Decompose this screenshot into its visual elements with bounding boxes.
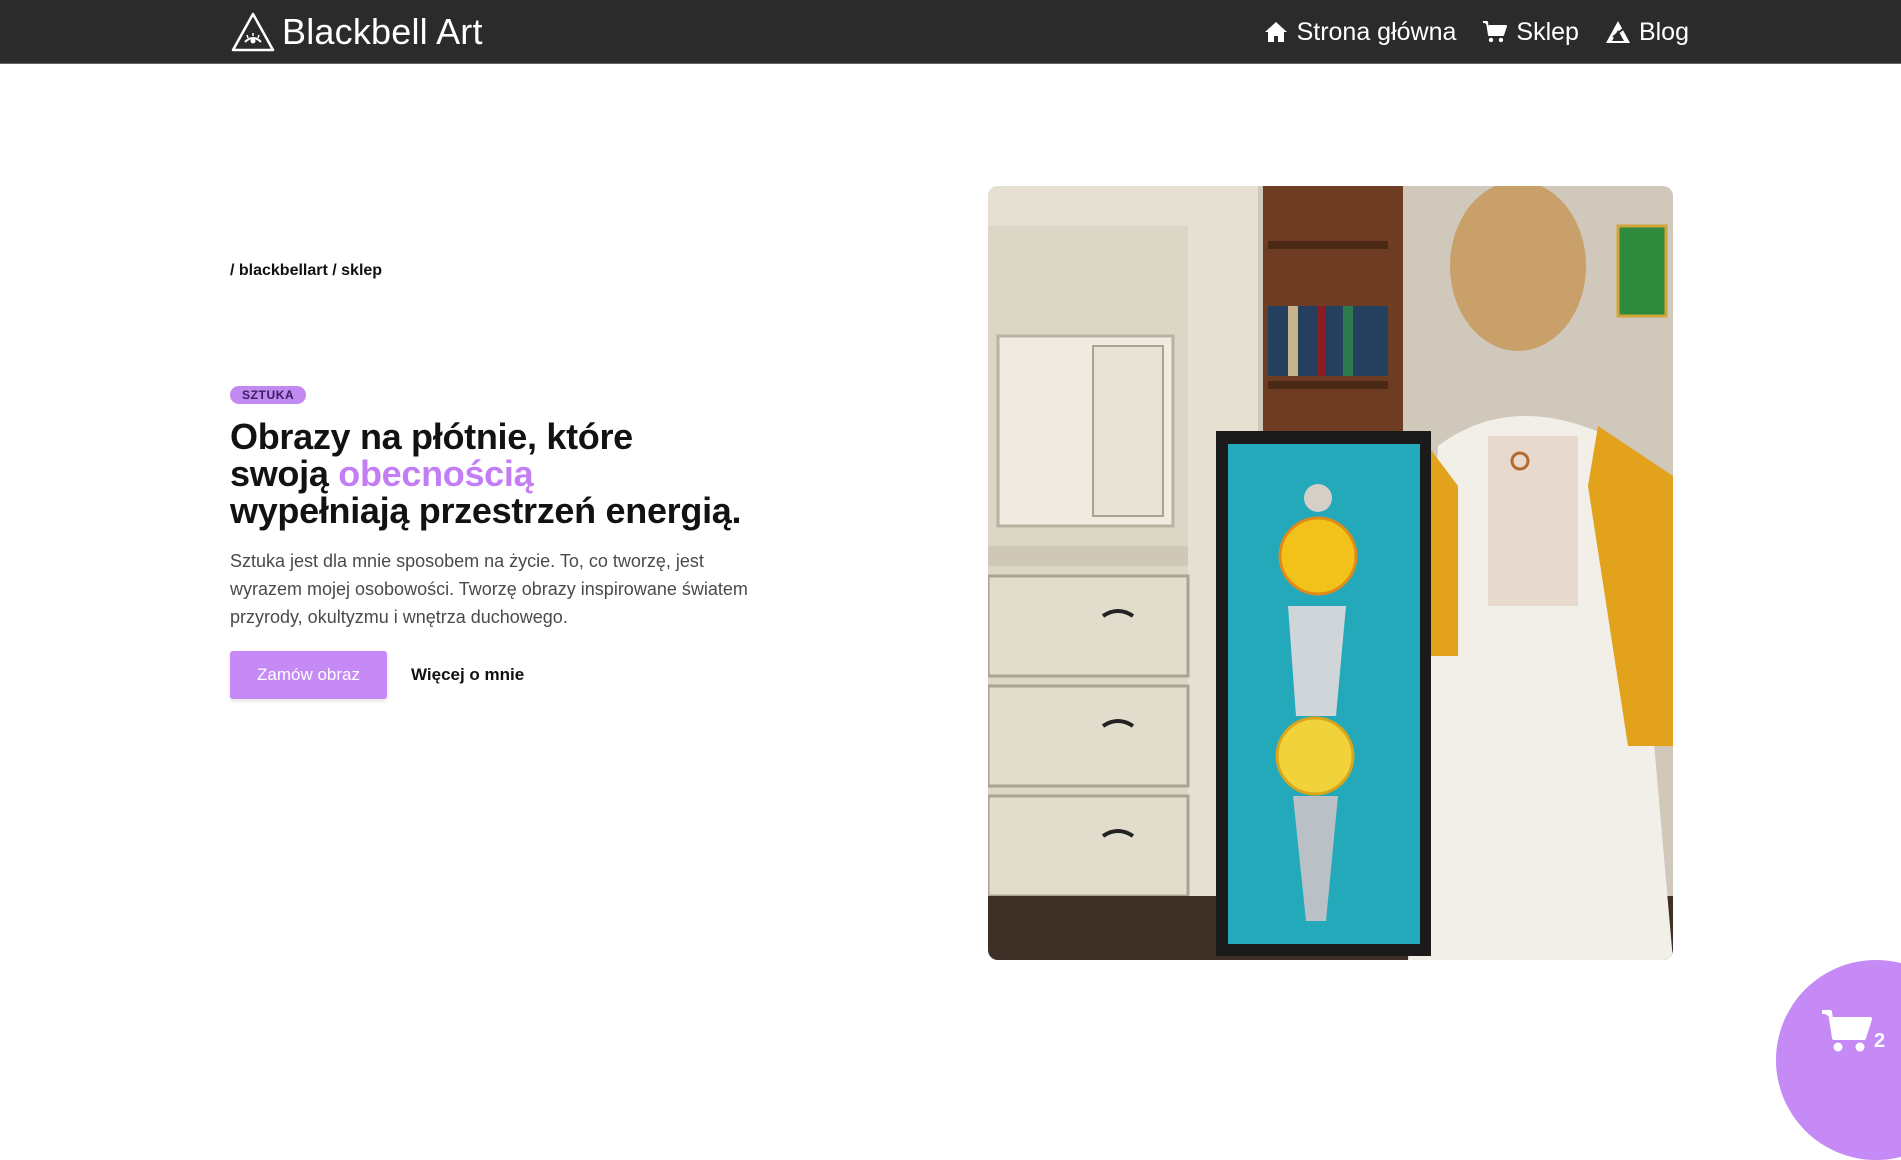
artist-with-painting-photo — [988, 186, 1673, 960]
headline-highlight: obecnością — [338, 453, 534, 494]
headline-line-3: wypełniają przestrzeń energią. — [230, 490, 742, 531]
brand-logo-link[interactable]: Blackbell Art — [230, 10, 483, 54]
cart-count-badge: 2 — [1874, 1030, 1886, 1052]
home-icon — [1263, 19, 1289, 45]
order-painting-button[interactable]: Zamów obraz — [230, 651, 387, 699]
cart-icon — [1482, 19, 1508, 45]
headline-line-2-prefix: swoją — [230, 453, 339, 494]
nav-shop-label: Sklep — [1516, 18, 1579, 46]
category-badge: SZTUKA — [230, 386, 307, 404]
triangle-eye-logo-icon — [230, 11, 276, 53]
nav-shop[interactable]: Sklep — [1482, 14, 1579, 50]
blog-icon — [1605, 19, 1631, 45]
nav-blog[interactable]: Blog — [1605, 14, 1689, 50]
about-me-link[interactable]: Więcej o mnie — [411, 665, 524, 685]
breadcrumb: / blackbellart / sklep — [230, 262, 383, 279]
top-navbar: Blackbell Art Strona główna Sklep Blog — [0, 0, 1901, 64]
brand-name: Blackbell Art — [282, 11, 483, 52]
hero-description: Sztuka jest dla mnie sposobem na życie. … — [230, 551, 748, 627]
nav-blog-label: Blog — [1638, 18, 1689, 46]
main-nav: Strona główna Sklep Blog — [1263, 14, 1689, 50]
floating-cart-button[interactable]: 2 — [1776, 960, 1901, 1160]
nav-home[interactable]: Strona główna — [1263, 14, 1457, 50]
hero-headline: Obrazy na płótnie, które swoją obecności… — [230, 418, 770, 529]
nav-home-label: Strona główna — [1296, 18, 1457, 46]
headline-line-1: Obrazy na płótnie, które — [230, 416, 633, 457]
